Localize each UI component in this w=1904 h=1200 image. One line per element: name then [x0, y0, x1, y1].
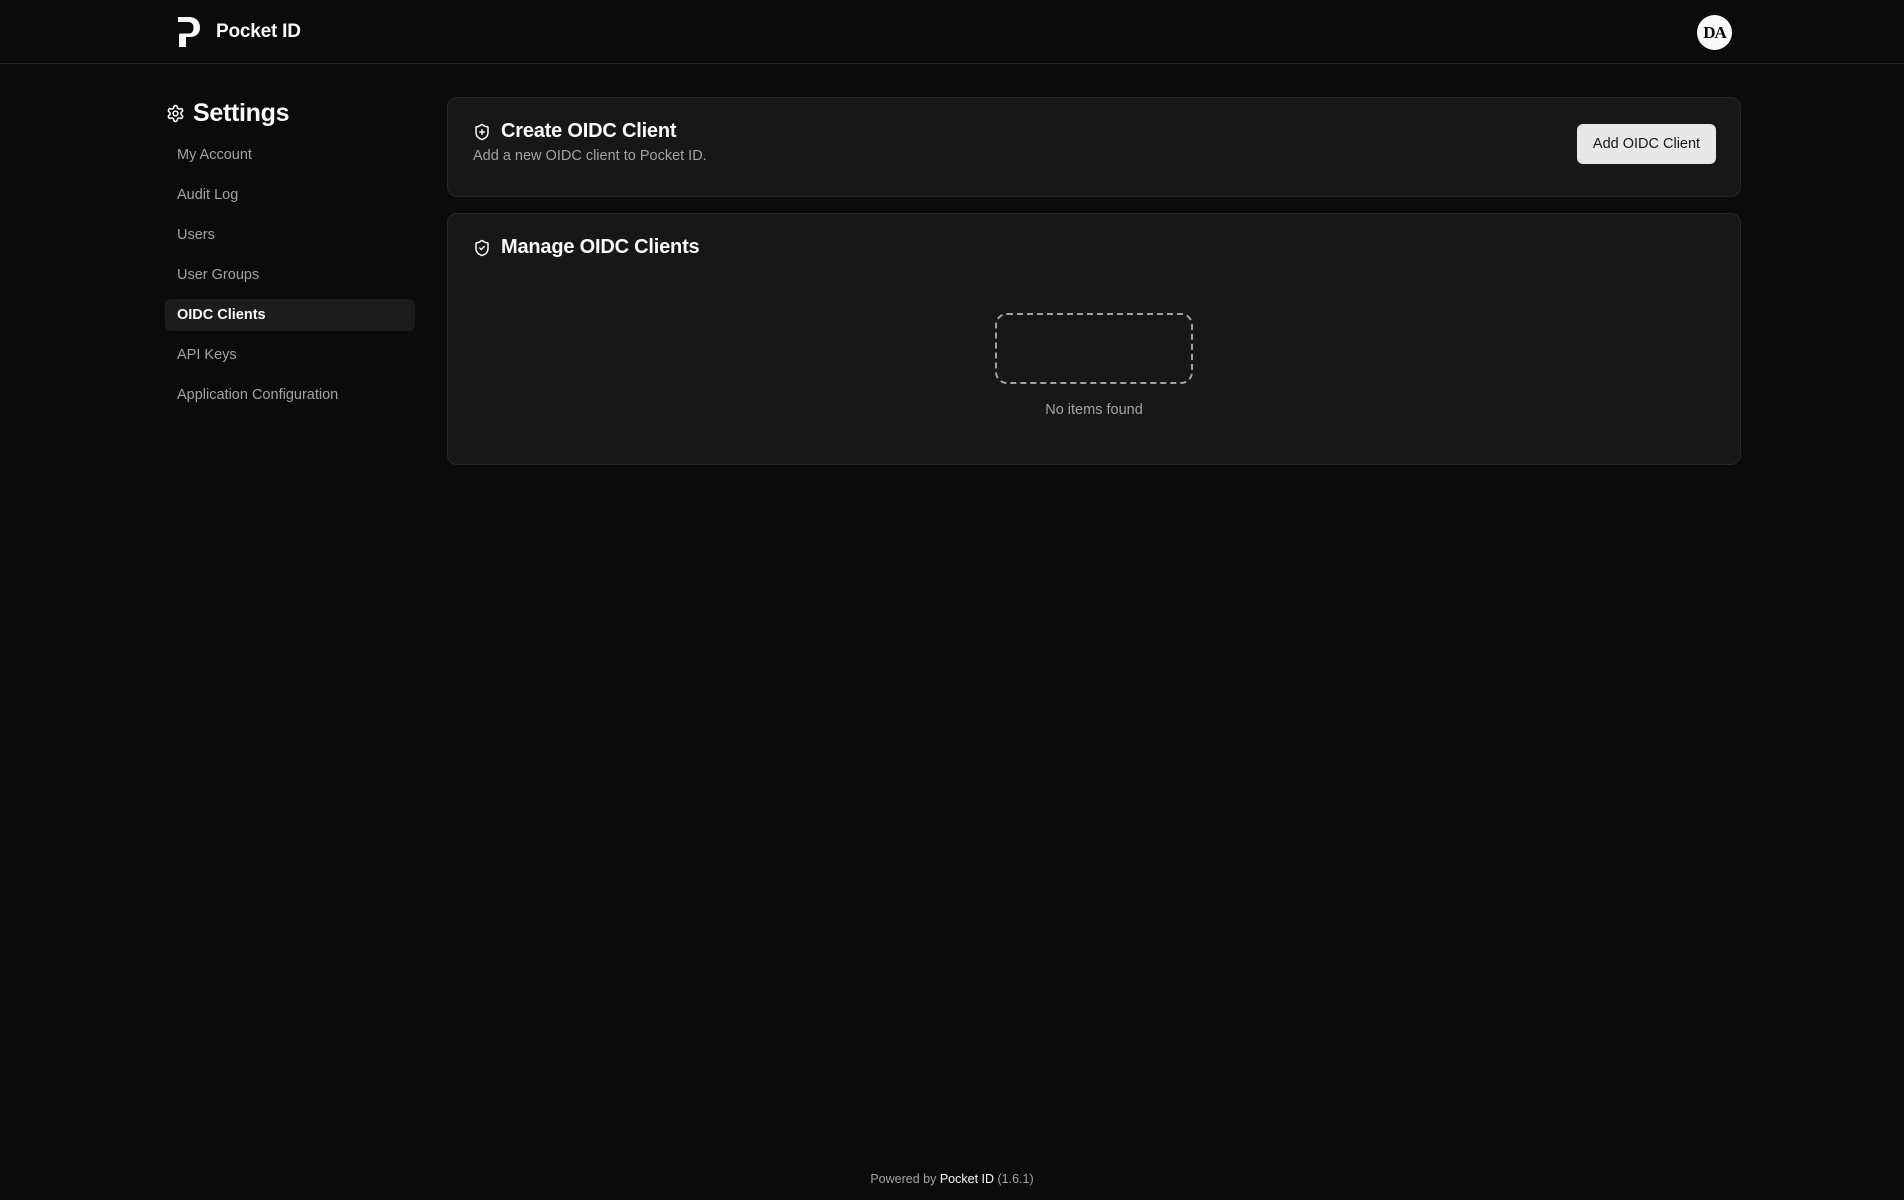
create-card-title: Create OIDC Client: [501, 120, 677, 142]
settings-sidebar: Settings My Account Audit Log Users User…: [165, 98, 415, 419]
settings-heading: Settings: [165, 98, 415, 128]
sidebar-item-oidc-clients[interactable]: OIDC Clients: [165, 299, 415, 331]
create-card-heading: Create OIDC Client: [473, 120, 677, 143]
sidebar-item-api-keys[interactable]: API Keys: [165, 339, 415, 371]
create-oidc-client-card: Create OIDC Client Add a new OIDC client…: [447, 97, 1741, 197]
footer-brand-link[interactable]: Pocket ID: [940, 1172, 994, 1186]
manage-oidc-clients-card: Manage OIDC Clients No items found: [447, 213, 1741, 465]
footer-prefix: Powered by: [870, 1172, 937, 1186]
user-avatar[interactable]: DA: [1697, 15, 1732, 50]
logo-link[interactable]: Pocket ID: [176, 16, 301, 48]
add-oidc-client-button[interactable]: Add OIDC Client: [1577, 124, 1716, 164]
sidebar-item-user-groups[interactable]: User Groups: [165, 259, 415, 291]
sidebar-item-my-account[interactable]: My Account: [165, 139, 415, 171]
app-name: Pocket ID: [216, 21, 301, 42]
settings-title: Settings: [193, 98, 290, 127]
shield-check-icon: [475, 239, 489, 256]
footer-version: (1.6.1): [997, 1172, 1034, 1186]
sidebar-item-users[interactable]: Users: [165, 219, 415, 251]
manage-card-title: Manage OIDC Clients: [501, 236, 700, 258]
settings-nav: My Account Audit Log Users User Groups O…: [165, 139, 415, 411]
shield-plus-icon: [475, 123, 489, 140]
footer: Powered by Pocket ID (1.6.1): [0, 1172, 1904, 1186]
manage-card-heading: Manage OIDC Clients: [473, 236, 700, 259]
sidebar-item-application-configuration[interactable]: Application Configuration: [165, 379, 415, 411]
empty-state-illustration: [995, 313, 1193, 384]
pocket-id-logo-icon: [178, 17, 200, 47]
sidebar-item-audit-log[interactable]: Audit Log: [165, 179, 415, 211]
create-card-description: Add a new OIDC client to Pocket ID.: [473, 148, 707, 164]
gear-icon: [167, 104, 184, 122]
empty-state-text: No items found: [1045, 402, 1143, 418]
top-header: Pocket ID DA: [0, 0, 1904, 64]
